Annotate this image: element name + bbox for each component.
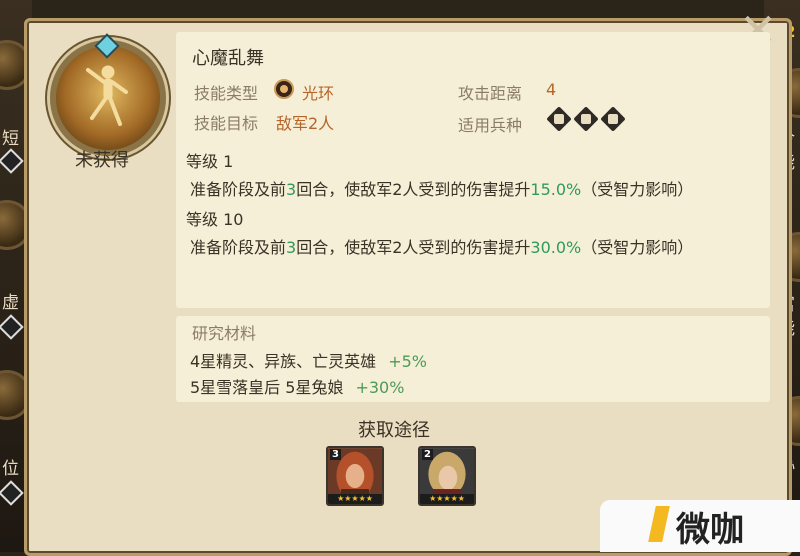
desc-text: 准备阶段及前: [190, 180, 287, 199]
hero-level: 2: [422, 449, 433, 460]
percent-value: 15.0%: [530, 180, 582, 199]
research-title: 研究材料: [192, 324, 257, 343]
hero-level: 3: [330, 449, 341, 460]
skill-title: 心魔乱舞: [192, 48, 264, 69]
background-label: 虚: [2, 293, 19, 313]
range-label: 攻击距离: [458, 84, 523, 103]
background-label: 短: [2, 129, 19, 149]
rounds-value: 3: [286, 180, 297, 199]
range-value: 4: [546, 80, 557, 99]
research-item-bonus: +5%: [388, 352, 427, 371]
unit-type-label: 适用兵种: [458, 116, 523, 135]
background-label: 位: [2, 459, 19, 479]
aura-icon: [274, 79, 294, 99]
hero-stars: ★★★★★: [420, 494, 474, 504]
hero-card-bunny-girl[interactable]: 2 ★★★★★: [418, 446, 476, 506]
rounds-value: 3: [286, 238, 297, 257]
research-item: 5星雪落皇后 5星兔娘 +30%: [190, 374, 404, 398]
desc-text: 准备阶段及前: [190, 238, 287, 257]
watermark-text: 微咖: [676, 510, 744, 550]
desc-text: （受智力影响）: [581, 180, 694, 199]
desc-text: 回合，使敌军2人受到的伤害提升: [296, 238, 531, 257]
skill-type-value: 光环: [302, 84, 335, 103]
skill-info-box: [176, 32, 770, 308]
level-label: 等级 1: [186, 152, 234, 171]
obtain-title: 获取途径: [358, 420, 430, 441]
level-label: 等级 10: [186, 210, 244, 229]
status-label: 未获得: [75, 150, 129, 171]
level-description: 准备阶段及前3回合，使敌军2人受到的伤害提升30.0%（受智力影响）: [190, 234, 693, 258]
hero-card-snow-queen[interactable]: 3 ★★★★★: [326, 446, 384, 506]
hero-stars: ★★★★★: [328, 494, 382, 504]
research-item: 4星精灵、异族、亡灵英雄 +5%: [190, 348, 427, 372]
research-item-text: 4星精灵、异族、亡灵英雄: [190, 352, 377, 371]
desc-text: 回合，使敌军2人受到的伤害提升: [296, 180, 531, 199]
percent-value: 30.0%: [530, 238, 582, 257]
skill-type-label: 技能类型: [194, 84, 259, 103]
dancing-puppet-icon: [86, 65, 128, 126]
research-item-bonus: +30%: [355, 378, 405, 397]
skill-emblem: [50, 33, 166, 156]
research-item-text: 5星雪落皇后 5星兔娘: [190, 378, 344, 397]
skill-target-label: 技能目标: [194, 114, 259, 133]
desc-text: （受智力影响）: [581, 238, 694, 257]
skill-target-value: 敌军2人: [276, 114, 335, 133]
level-description: 准备阶段及前3回合，使敌军2人受到的伤害提升15.0%（受智力影响）: [190, 176, 693, 200]
